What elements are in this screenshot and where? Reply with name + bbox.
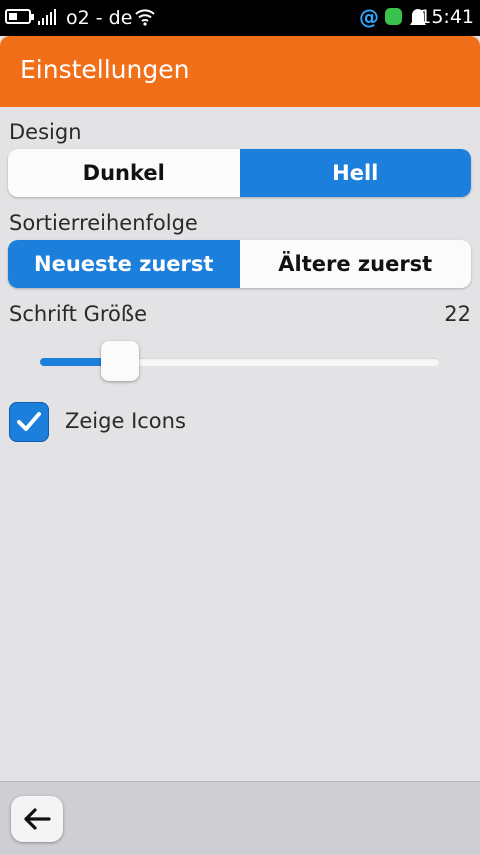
status-bar: o2 - de @ 15:41 [0,0,480,36]
design-label: Design [9,120,82,144]
design-option-dunkel[interactable]: Dunkel [8,149,240,197]
carrier-name: o2 - de [66,7,133,29]
font-size-slider-track[interactable] [40,358,439,366]
show-icons-label: Zeige Icons [65,409,186,433]
sort-segmented-control: Neueste zuerst Ältere zuerst [8,240,471,288]
app-header: Einstellungen [0,36,480,107]
design-option-hell[interactable]: Hell [239,149,471,197]
email-notification-icon: @ [359,5,379,29]
back-button[interactable] [11,796,63,842]
show-icons-checkbox[interactable] [9,402,49,442]
sort-option-newest-first[interactable]: Neueste zuerst [8,240,240,288]
wifi-icon [135,9,155,26]
signal-icon [38,9,60,25]
page-title: Einstellungen [20,55,190,84]
status-time: 15:41 [419,6,474,28]
font-size-value: 22 [444,302,471,326]
bottom-toolbar [0,781,480,855]
sort-order-label: Sortierreihenfolge [9,211,198,235]
sort-option-oldest-first[interactable]: Ältere zuerst [239,240,471,288]
battery-icon [5,9,34,24]
checkmark-icon [17,412,41,431]
font-size-slider-handle[interactable] [100,341,139,381]
design-segmented-control: Dunkel Hell [8,149,471,197]
font-size-label: Schrift Größe [9,302,148,326]
back-arrow-icon [24,808,51,830]
chat-notification-icon [385,8,402,25]
